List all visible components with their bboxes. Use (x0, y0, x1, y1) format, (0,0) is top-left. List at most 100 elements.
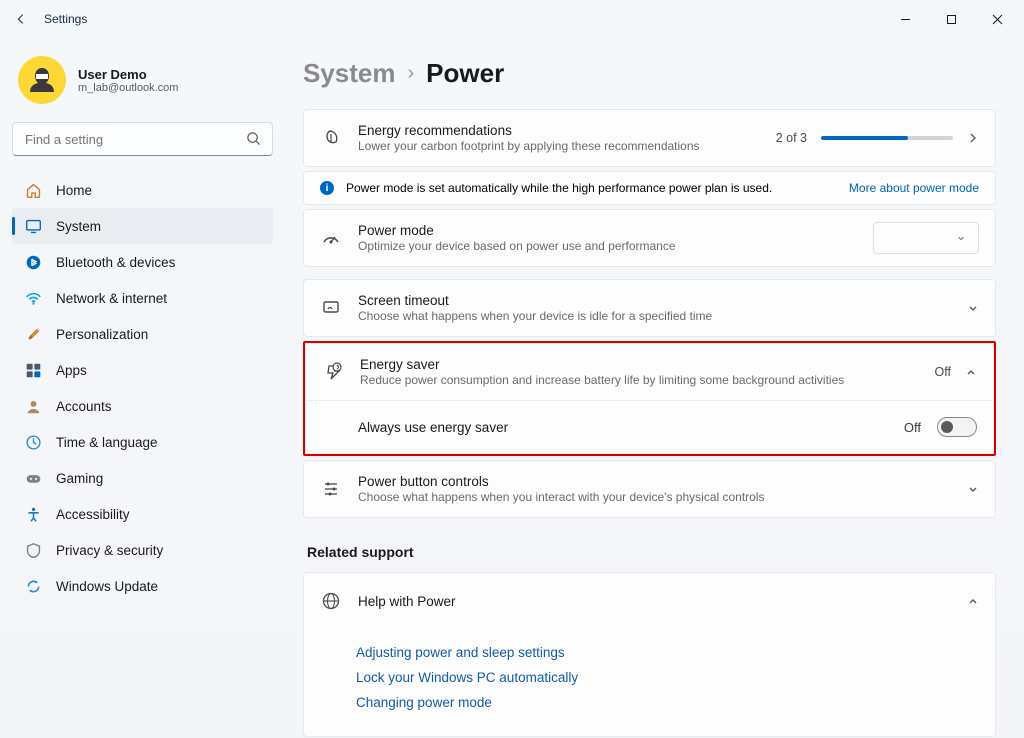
energy-saver-icon (322, 361, 344, 383)
globe-icon (320, 590, 342, 612)
card-subtitle: Reduce power consumption and increase ba… (360, 373, 919, 387)
main-content: System › Power Energy recommendations Lo… (285, 38, 1024, 738)
card-title: Power button controls (358, 474, 951, 489)
sliders-icon (320, 478, 342, 500)
bluetooth-icon (24, 253, 42, 271)
card-title: Screen timeout (358, 293, 951, 308)
sidebar-item-update[interactable]: Windows Update (12, 568, 273, 604)
sidebar-item-label: Windows Update (56, 579, 158, 594)
help-link[interactable]: Lock your Windows PC automatically (356, 670, 979, 685)
sidebar-item-personalization[interactable]: Personalization (12, 316, 273, 352)
person-icon (24, 397, 42, 415)
home-icon (24, 181, 42, 199)
back-button[interactable] (4, 4, 38, 34)
sidebar-item-label: Accessibility (56, 507, 130, 522)
energy-saver-toggle[interactable] (937, 417, 977, 437)
card-subtitle: Choose what happens when your device is … (358, 309, 951, 323)
sidebar-item-time-language[interactable]: Time & language (12, 424, 273, 460)
window-controls (882, 4, 1020, 34)
sidebar: User Demo m_lab@outlook.com Home System … (0, 38, 285, 738)
close-button[interactable] (974, 4, 1020, 34)
info-text: Power mode is set automatically while th… (346, 181, 772, 195)
chevron-down-icon (967, 483, 979, 495)
profile-block[interactable]: User Demo m_lab@outlook.com (12, 52, 273, 122)
sidebar-item-home[interactable]: Home (12, 172, 273, 208)
nav-list: Home System Bluetooth & devices Network … (12, 172, 273, 604)
clock-globe-icon (24, 433, 42, 451)
chevron-down-icon (967, 302, 979, 314)
profile-name: User Demo (78, 67, 178, 82)
update-icon (24, 577, 42, 595)
screen-icon (320, 297, 342, 319)
energy-recommendations-card[interactable]: Energy recommendations Lower your carbon… (303, 109, 996, 167)
progress-bar (821, 136, 953, 140)
energy-saver-highlighted: Energy saver Reduce power consumption an… (303, 341, 996, 456)
card-title: Energy recommendations (358, 123, 760, 138)
maximize-button[interactable] (928, 4, 974, 34)
window-title: Settings (44, 12, 87, 26)
screen-timeout-card[interactable]: Screen timeout Choose what happens when … (303, 279, 996, 337)
info-link[interactable]: More about power mode (849, 181, 979, 195)
paintbrush-icon (24, 325, 42, 343)
info-icon: i (320, 181, 334, 195)
always-use-energy-saver-row: Always use energy saver Off (306, 400, 993, 453)
power-mode-card[interactable]: Power mode Optimize your device based on… (303, 209, 996, 267)
apps-icon (24, 361, 42, 379)
toggle-state: Off (904, 420, 921, 435)
energy-saver-card[interactable]: Energy saver Reduce power consumption an… (305, 343, 994, 454)
gaming-icon (24, 469, 42, 487)
speedometer-icon (320, 227, 342, 249)
leaf-icon (320, 127, 342, 149)
shield-icon (24, 541, 42, 559)
sidebar-item-label: Accounts (56, 399, 112, 414)
breadcrumb-parent[interactable]: System (303, 58, 396, 89)
sidebar-item-label: Personalization (56, 327, 148, 342)
sidebar-item-network[interactable]: Network & internet (12, 280, 273, 316)
avatar (18, 56, 66, 104)
info-bar: i Power mode is set automatically while … (303, 171, 996, 205)
sidebar-item-bluetooth[interactable]: Bluetooth & devices (12, 244, 273, 280)
sidebar-item-label: Gaming (56, 471, 103, 486)
breadcrumb: System › Power (303, 58, 996, 89)
chevron-right-icon: › (408, 62, 415, 85)
sidebar-item-accounts[interactable]: Accounts (12, 388, 273, 424)
sidebar-item-label: Network & internet (56, 291, 167, 306)
card-title: Help with Power (358, 594, 951, 609)
power-button-controls-card[interactable]: Power button controls Choose what happen… (303, 460, 996, 518)
progress-text: 2 of 3 (776, 131, 807, 145)
titlebar: Settings (0, 0, 1024, 38)
accessibility-icon (24, 505, 42, 523)
sidebar-item-system[interactable]: System (12, 208, 273, 244)
help-link[interactable]: Changing power mode (356, 695, 979, 710)
help-header-row[interactable]: Help with Power (304, 573, 995, 629)
help-links: Adjusting power and sleep settings Lock … (304, 629, 995, 736)
card-title: Energy saver (360, 357, 919, 372)
sidebar-item-label: System (56, 219, 101, 234)
card-subtitle: Optimize your device based on power use … (358, 239, 857, 253)
wifi-icon (24, 289, 42, 307)
chevron-up-icon (967, 595, 979, 607)
search-icon (246, 131, 261, 151)
help-link[interactable]: Adjusting power and sleep settings (356, 645, 979, 660)
energy-saver-state: Off (935, 365, 951, 379)
search-input[interactable] (12, 122, 273, 156)
sidebar-item-privacy[interactable]: Privacy & security (12, 532, 273, 568)
sidebar-item-label: Home (56, 183, 92, 198)
sidebar-item-label: Privacy & security (56, 543, 163, 558)
power-mode-select[interactable] (873, 222, 979, 254)
sidebar-item-gaming[interactable]: Gaming (12, 460, 273, 496)
help-with-power-card: Help with Power Adjusting power and slee… (303, 572, 996, 737)
sidebar-item-accessibility[interactable]: Accessibility (12, 496, 273, 532)
sidebar-item-label: Apps (56, 363, 87, 378)
card-subtitle: Choose what happens when you interact wi… (358, 490, 951, 504)
chevron-up-icon (965, 366, 977, 378)
profile-email: m_lab@outlook.com (78, 82, 178, 94)
sidebar-item-label: Time & language (56, 435, 158, 450)
sidebar-item-apps[interactable]: Apps (12, 352, 273, 388)
sub-title: Always use energy saver (358, 420, 888, 435)
system-icon (24, 217, 42, 235)
search-field[interactable] (12, 122, 273, 156)
related-support-heading: Related support (307, 544, 996, 560)
minimize-button[interactable] (882, 4, 928, 34)
sidebar-item-label: Bluetooth & devices (56, 255, 175, 270)
